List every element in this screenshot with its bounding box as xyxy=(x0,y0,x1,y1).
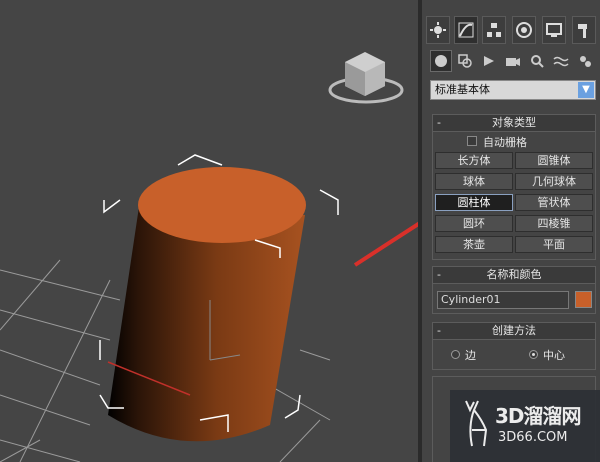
center-label: 中心 xyxy=(543,349,565,362)
tab-display[interactable] xyxy=(542,16,566,44)
deer-logo-icon xyxy=(465,400,488,447)
watermark-text: 3D溜溜网 xyxy=(495,404,582,428)
cameras-button[interactable] xyxy=(502,50,524,72)
creation-method-header[interactable]: - 创建方法 xyxy=(433,323,595,340)
creation-method-title: 创建方法 xyxy=(492,324,536,337)
cylinder-top[interactable] xyxy=(138,167,306,243)
chevron-down-icon[interactable]: ▼ xyxy=(578,82,594,98)
systems-button[interactable] xyxy=(574,50,596,72)
object-type-header[interactable]: - 对象类型 xyxy=(433,115,595,132)
light-icon xyxy=(484,56,494,66)
edge-label: 边 xyxy=(465,349,476,362)
helper-icon xyxy=(531,55,544,68)
tab-motion[interactable] xyxy=(512,16,536,44)
sun-icon xyxy=(430,22,446,38)
curve-icon xyxy=(458,22,474,38)
shapes-icon xyxy=(458,54,472,68)
plane-button[interactable]: 平面 xyxy=(515,236,593,253)
wave-icon xyxy=(553,56,569,67)
autogrid-label: 自动栅格 xyxy=(483,136,527,149)
object-color-swatch[interactable] xyxy=(575,291,592,308)
create-category-buttons xyxy=(430,50,598,74)
sphere-icon xyxy=(435,55,447,67)
helpers-button[interactable] xyxy=(526,50,548,72)
cylinder-button[interactable]: 圆柱体 xyxy=(435,194,513,211)
hierarchy-icon xyxy=(487,23,501,37)
object-type-rollout: - 对象类型 自动栅格 长方体 圆锥体 球体 几何球体 圆柱体 管状体 圆环 四棱… xyxy=(432,114,596,260)
tab-hierarchy[interactable] xyxy=(482,16,506,44)
collapse-icon: - xyxy=(437,116,441,129)
object-type-title: 对象类型 xyxy=(492,116,536,129)
viewport-scene xyxy=(0,52,420,462)
name-color-rollout: - 名称和颜色 Cylinder01 xyxy=(432,266,596,314)
watermark: 3D溜溜网 3D66.COM xyxy=(450,390,600,462)
collapse-icon: - xyxy=(437,324,441,337)
lights-button[interactable] xyxy=(478,50,500,72)
pyramid-button[interactable]: 四棱锥 xyxy=(515,215,593,232)
tab-create[interactable] xyxy=(426,16,450,44)
watermark-sub: 3D66.COM xyxy=(498,430,568,445)
tab-modify[interactable] xyxy=(454,16,478,44)
teapot-button[interactable]: 茶壶 xyxy=(435,236,513,253)
collapse-icon: - xyxy=(437,268,441,281)
object-name-field[interactable]: Cylinder01 xyxy=(437,291,569,309)
monitor-icon xyxy=(546,23,562,37)
edge-radio[interactable] xyxy=(451,350,460,359)
hammer-icon xyxy=(578,24,587,38)
name-color-header[interactable]: - 名称和颜色 xyxy=(433,267,595,284)
creation-method-rollout: - 创建方法 边 中心 xyxy=(432,322,596,370)
tube-button[interactable]: 管状体 xyxy=(515,194,593,211)
viewcube[interactable] xyxy=(328,52,404,104)
geosphere-button[interactable]: 几何球体 xyxy=(515,173,593,190)
center-radio[interactable] xyxy=(529,350,538,359)
shapes-button[interactable] xyxy=(454,50,476,72)
gears-icon xyxy=(580,56,591,67)
autogrid-checkbox[interactable] xyxy=(467,136,477,146)
category-dropdown[interactable]: 标准基本体 ▼ xyxy=(430,80,596,100)
torus-button[interactable]: 圆环 xyxy=(435,215,513,232)
camera-icon xyxy=(506,58,520,66)
geometry-button[interactable] xyxy=(430,50,452,72)
perspective-viewport[interactable] xyxy=(0,0,420,462)
tab-utilities[interactable] xyxy=(572,16,596,44)
category-value: 标准基本体 xyxy=(435,83,490,96)
spacewarps-button[interactable] xyxy=(550,50,572,72)
annotation-arrow xyxy=(353,220,420,267)
sphere-button[interactable]: 球体 xyxy=(435,173,513,190)
name-color-title: 名称和颜色 xyxy=(486,268,542,281)
motion-icon xyxy=(516,22,532,38)
cone-button[interactable]: 圆锥体 xyxy=(515,152,593,169)
box-button[interactable]: 长方体 xyxy=(435,152,513,169)
command-panel-tabs xyxy=(426,16,598,46)
